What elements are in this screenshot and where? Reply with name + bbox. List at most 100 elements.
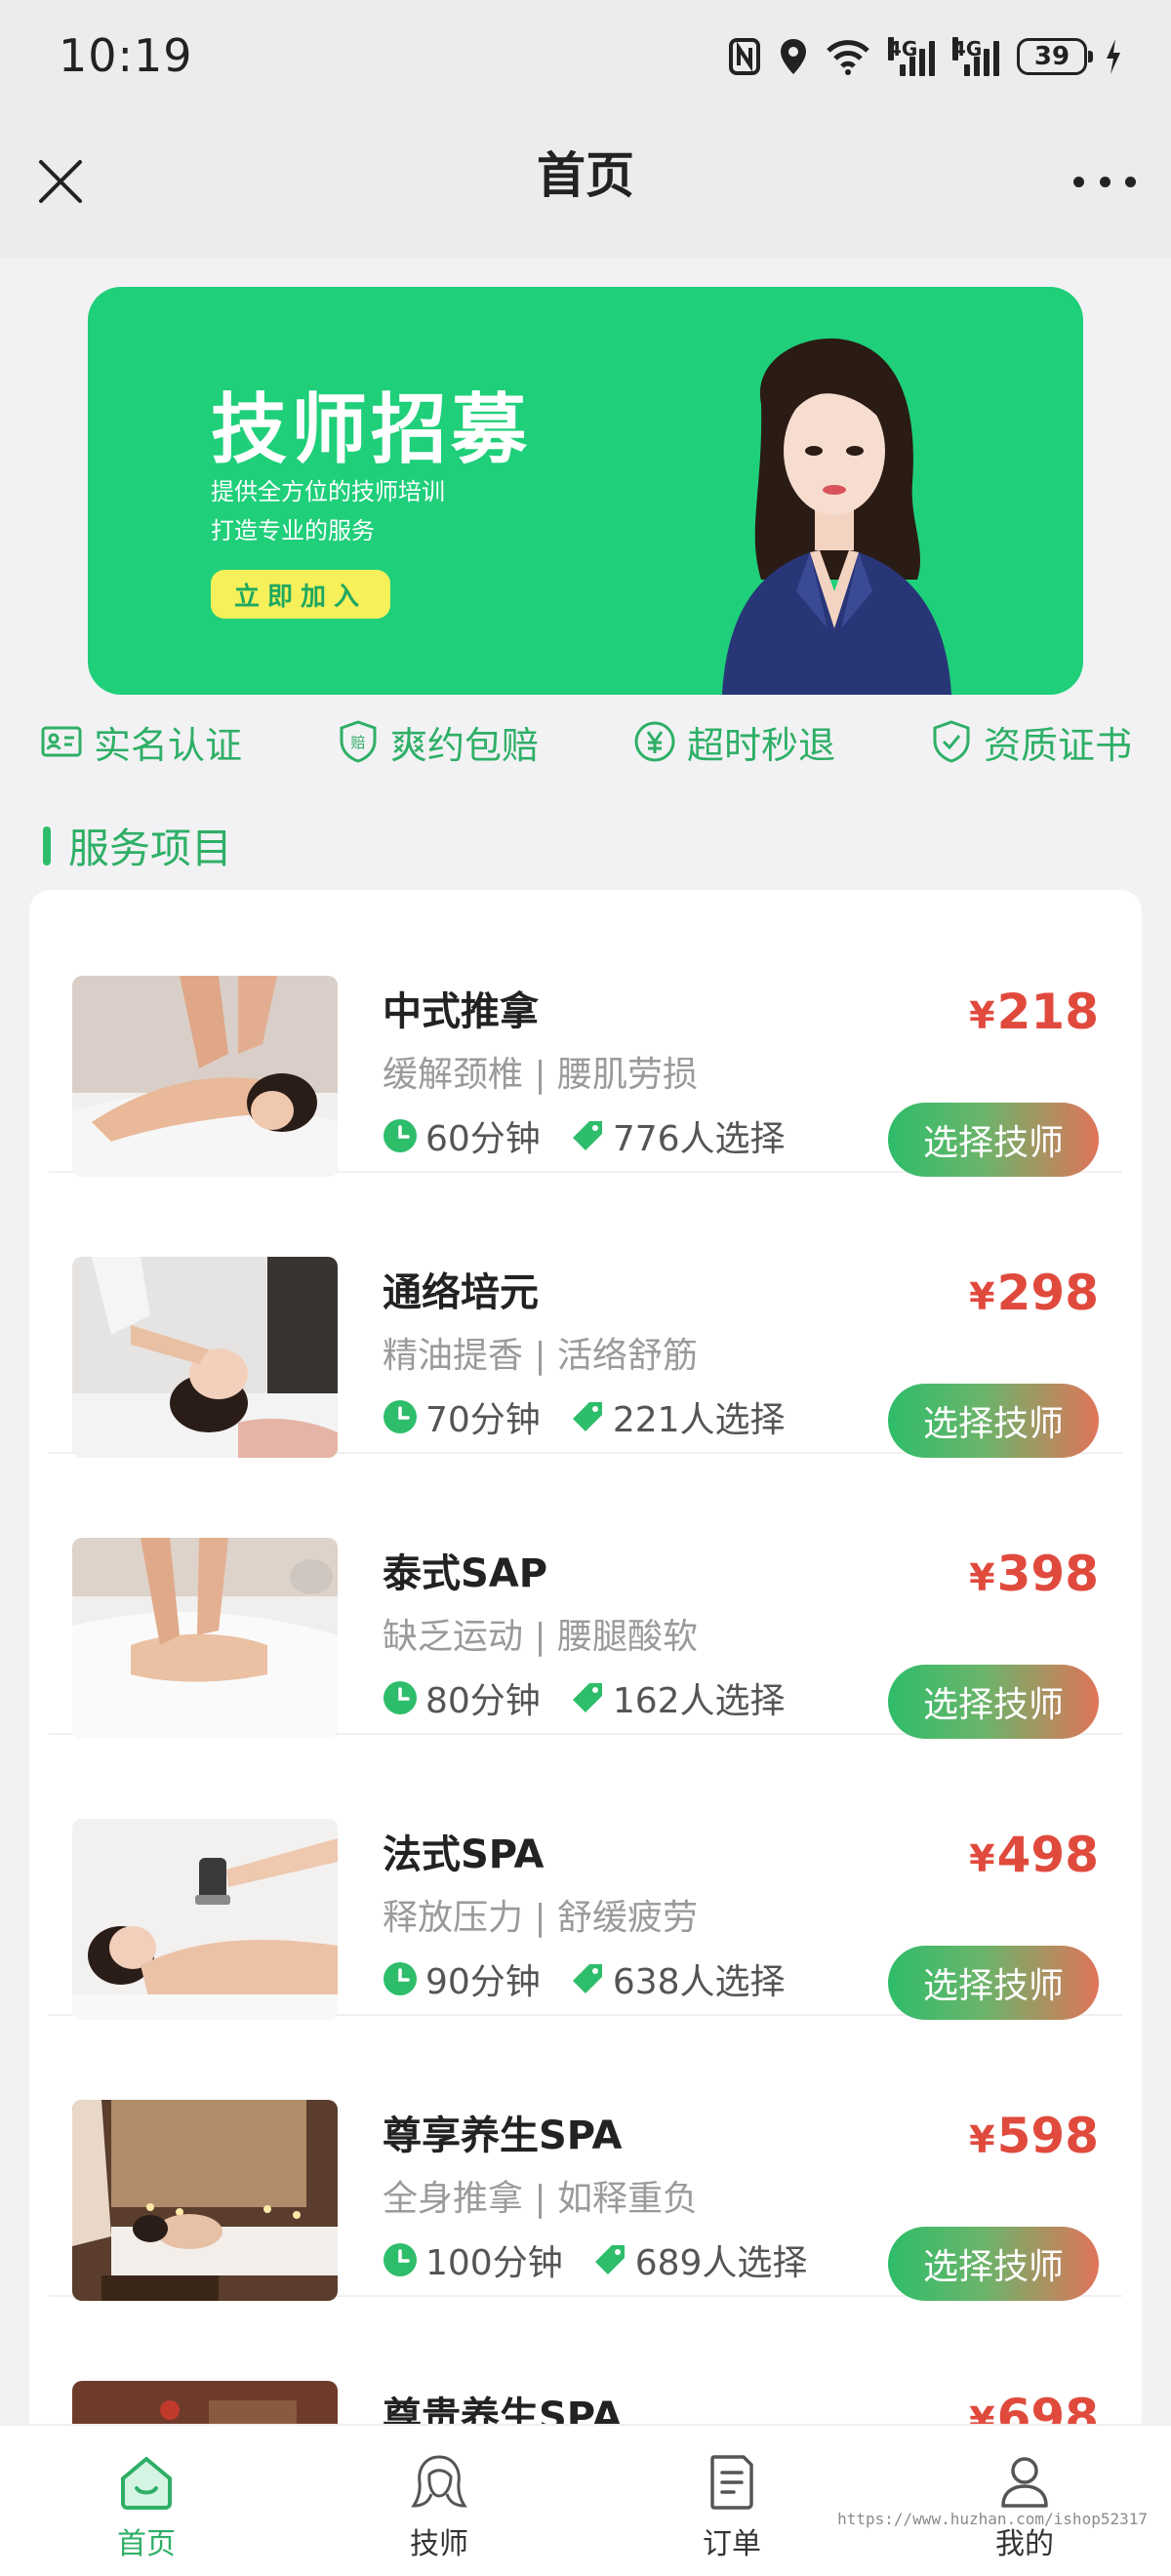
tag-icon	[572, 1683, 602, 1712]
service-tags: 全身推拿 | 如释重负	[383, 2179, 699, 2219]
service-name: 通络培元	[383, 1270, 539, 1315]
tab-label: 技师	[410, 2527, 468, 2561]
service-name: 泰式SAP	[383, 1551, 548, 1596]
service-item[interactable]: 通络培元 精油提香 | 活络舒筋 70分钟 221人选择 ¥ 298 选择技师	[49, 1171, 1122, 1458]
status-time: 10:19	[59, 29, 193, 82]
tab-home[interactable]: 首页	[49, 2426, 244, 2576]
price-value: 598	[996, 2108, 1099, 2164]
choose-technician-button[interactable]: 选择技师	[888, 1384, 1099, 1458]
massage-photo	[72, 1819, 338, 2020]
service-name: 法式SPA	[383, 1832, 545, 1877]
join-button[interactable]: 立即加入	[211, 570, 391, 619]
price-currency: ¥	[969, 994, 995, 1037]
service-chosen-count: 638人选择	[612, 1962, 786, 2002]
service-list: 中式推拿 缓解颈椎 | 腰肌劳损 60分钟 776人选择 ¥ 218 选择技师	[29, 890, 1142, 2519]
price-currency: ¥	[969, 1275, 995, 1318]
recruit-banner[interactable]: 技师招募 提供全方位的技师培训 打造专业的服务 立即加入	[88, 287, 1083, 695]
clock-icon	[384, 1962, 417, 1995]
status-icons: 4G 4G 39	[728, 33, 1122, 80]
clock-icon	[384, 1400, 417, 1433]
location-icon	[781, 39, 806, 74]
tag-icon	[572, 1121, 602, 1150]
network-label-2: 4G	[952, 37, 983, 60]
clock-icon	[384, 1119, 417, 1152]
tab-label: 首页	[117, 2527, 176, 2561]
feature-refund: 超时秒退	[632, 715, 835, 769]
choose-technician-button[interactable]: 选择技师	[888, 1665, 1099, 1739]
feature-label: 实名认证	[94, 723, 243, 767]
svg-text:赔: 赔	[350, 734, 365, 751]
section-accent-bar	[43, 825, 51, 865]
service-price: ¥ 498	[969, 1827, 1099, 1883]
service-duration: 90分钟	[425, 1962, 541, 2002]
user-icon	[1001, 2457, 1048, 2508]
massage-photo	[72, 1257, 338, 1458]
service-price: ¥ 598	[969, 2108, 1099, 2164]
battery-level: 39	[1033, 42, 1070, 71]
tag-icon	[572, 1964, 602, 1993]
massage-photo	[72, 1538, 338, 1739]
service-item[interactable]: 中式推拿 缓解颈椎 | 腰肌劳损 60分钟 776人选择 ¥ 218 选择技师	[49, 890, 1122, 1177]
feature-label: 资质证书	[983, 723, 1132, 767]
price-value: 498	[996, 1827, 1099, 1883]
service-meta: 70分钟 221人选择	[383, 1391, 786, 1442]
compensation-shield-icon: 赔	[340, 720, 377, 763]
certificate-shield-icon	[933, 720, 970, 763]
banner-subtitle-line2: 打造专业的服务	[211, 517, 375, 544]
service-image	[72, 1538, 338, 1739]
service-item[interactable]: 法式SPA 释放压力 | 舒缓疲劳 90分钟 638人选择 ¥ 498 选择技师	[49, 1733, 1122, 2020]
home-icon	[121, 2457, 172, 2510]
tab-mine[interactable]: 我的	[927, 2426, 1122, 2576]
price-value: 298	[996, 1265, 1099, 1321]
choose-technician-button[interactable]: 选择技师	[888, 1103, 1099, 1177]
choose-technician-button[interactable]: 选择技师	[888, 2227, 1099, 2301]
service-item[interactable]: 尊享养生SPA 全身推拿 | 如释重负 100分钟 689人选择 ¥ 598 选…	[49, 2014, 1122, 2301]
tab-label: 订单	[703, 2527, 761, 2561]
service-item[interactable]: 泰式SAP 缺乏运动 | 腰腿酸软 80分钟 162人选择 ¥ 398 选择技师	[49, 1452, 1122, 1739]
title-bar: 首页	[0, 115, 1171, 258]
service-duration: 100分钟	[425, 2243, 563, 2283]
banner-subtitle: 提供全方位的技师培训 打造专业的服务	[211, 472, 445, 550]
service-image	[72, 976, 338, 1177]
service-chosen-count: 776人选择	[612, 1119, 786, 1159]
charging-icon	[1107, 39, 1120, 74]
service-name: 尊享养生SPA	[383, 2113, 623, 2158]
service-name: 中式推拿	[383, 989, 539, 1034]
service-meta: 60分钟 776人选择	[383, 1110, 786, 1161]
service-tags: 缺乏运动 | 腰腿酸软	[383, 1617, 699, 1657]
price-value: 398	[996, 1546, 1099, 1602]
service-duration: 60分钟	[425, 1119, 541, 1159]
service-duration: 80分钟	[425, 1681, 541, 1721]
more-icon-dot	[1099, 176, 1110, 187]
feature-certificate: 资质证书	[929, 715, 1132, 769]
service-tags: 释放压力 | 舒缓疲劳	[383, 1898, 699, 1938]
service-image	[72, 2100, 338, 2301]
service-meta: 80分钟 162人选择	[383, 1672, 786, 1723]
service-image	[72, 1819, 338, 2020]
wifi-icon	[827, 40, 869, 75]
service-meta: 90分钟 638人选择	[383, 1953, 786, 2004]
service-chosen-count: 162人选择	[612, 1681, 786, 1721]
service-price: ¥ 298	[969, 1265, 1099, 1321]
clock-icon	[384, 1681, 417, 1714]
tab-technician[interactable]: 技师	[342, 2426, 537, 2576]
watermark-text: https://www.huzhan.com/ishop52317	[837, 2510, 1148, 2528]
price-currency: ¥	[969, 1837, 995, 1880]
price-value: 218	[996, 984, 1099, 1040]
tag-icon	[594, 2245, 625, 2274]
service-tags: 缓解颈椎 | 腰肌劳损	[383, 1055, 699, 1095]
massage-photo	[72, 976, 338, 1177]
status-bar: 10:19 4G 4G 39	[0, 0, 1171, 115]
tab-orders[interactable]: 订单	[634, 2426, 829, 2576]
technician-portrait	[722, 338, 951, 695]
bottom-tab-bar: 首页 技师 订单 我的	[0, 2424, 1171, 2576]
choose-technician-button[interactable]: 选择技师	[888, 1946, 1099, 2020]
price-currency: ¥	[969, 2118, 995, 2161]
service-meta: 100分钟 689人选择	[383, 2234, 807, 2285]
more-icon-dot	[1073, 176, 1084, 187]
feature-real-name: 实名认证	[39, 715, 242, 769]
service-price: ¥ 218	[969, 984, 1099, 1040]
service-chosen-count: 221人选择	[612, 1400, 786, 1440]
more-button[interactable]	[1073, 154, 1136, 209]
banner-title: 技师招募	[211, 386, 532, 474]
